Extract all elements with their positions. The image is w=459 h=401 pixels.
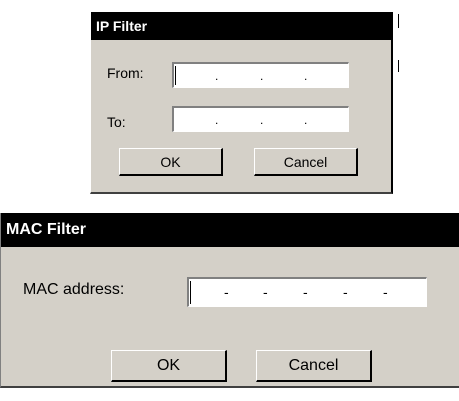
from-dot-3: .	[304, 69, 308, 83]
mac-address-field[interactable]: - - - - -	[187, 277, 427, 307]
ip-cancel-button[interactable]: Cancel	[254, 148, 358, 176]
ip-filter-dialog: IP Filter From: . . . To: . . . OK Cance…	[90, 12, 393, 194]
mac-byte-3[interactable]	[271, 279, 299, 306]
to-ip-field[interactable]: . . .	[172, 106, 349, 132]
from-label: From:	[107, 65, 144, 81]
window-edge	[398, 60, 399, 72]
mac-byte-6[interactable]	[391, 279, 423, 306]
mac-sep-5: -	[383, 284, 388, 300]
to-dot-2: .	[260, 113, 264, 127]
mac-byte-4[interactable]	[311, 279, 339, 306]
ip-filter-title: IP Filter	[91, 12, 391, 40]
mac-sep-3: -	[303, 284, 308, 300]
to-octet-4[interactable]	[310, 108, 348, 131]
mac-sep-2: -	[263, 284, 268, 300]
to-dot-1: .	[215, 113, 219, 127]
mac-cancel-button[interactable]: Cancel	[256, 350, 372, 382]
from-octet-4[interactable]	[310, 64, 348, 87]
from-dot-1: .	[215, 69, 219, 83]
mac-filter-title: MAC Filter	[1, 213, 459, 247]
mac-ok-button[interactable]: OK	[111, 350, 227, 382]
to-octet-2[interactable]	[222, 108, 260, 131]
mac-sep-1: -	[224, 284, 229, 300]
mac-byte-5[interactable]	[351, 279, 379, 306]
to-octet-1[interactable]	[174, 108, 218, 131]
ip-ok-button[interactable]: OK	[119, 148, 223, 176]
mac-byte-2[interactable]	[233, 279, 261, 306]
mac-byte-1[interactable]	[189, 279, 221, 306]
mac-address-label: MAC address:	[23, 281, 125, 298]
mac-sep-4: -	[343, 284, 348, 300]
from-ip-field[interactable]: . . .	[172, 62, 349, 88]
to-label: To:	[107, 114, 126, 130]
from-dot-2: .	[260, 69, 264, 83]
to-octet-3[interactable]	[266, 108, 304, 131]
mac-filter-dialog: MAC Filter MAC address: - - - - - OK Can…	[0, 213, 459, 388]
from-octet-2[interactable]	[222, 64, 260, 87]
to-dot-3: .	[304, 113, 308, 127]
from-octet-3[interactable]	[266, 64, 304, 87]
from-octet-1[interactable]	[174, 64, 218, 87]
window-edge	[398, 14, 399, 28]
